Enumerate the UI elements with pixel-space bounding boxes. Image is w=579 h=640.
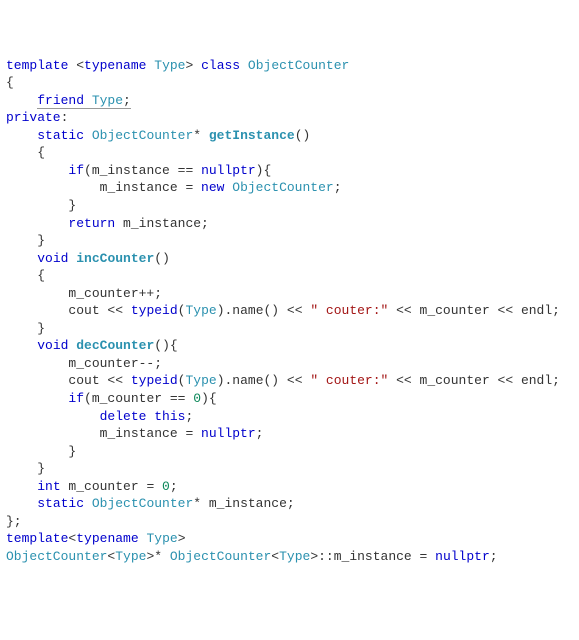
code-line: friend Type;: [6, 92, 573, 110]
code-block: template <typename Type> class ObjectCou…: [6, 57, 573, 566]
code-line: {: [6, 267, 573, 285]
classname: ObjectCounter: [248, 58, 349, 73]
code-line: }: [6, 197, 573, 215]
code-line: private:: [6, 109, 573, 127]
code-line: }: [6, 320, 573, 338]
code-line: static ObjectCounter* getInstance(): [6, 127, 573, 145]
code-line: m_instance = new ObjectCounter;: [6, 179, 573, 197]
code-line: int m_counter = 0;: [6, 478, 573, 496]
friend-decl: friend Type;: [37, 93, 131, 109]
string-literal: " couter:": [310, 303, 388, 318]
code-line: return m_instance;: [6, 215, 573, 233]
code-line: m_counter--;: [6, 355, 573, 373]
func-getInstance: getInstance: [209, 128, 295, 143]
code-line: cout << typeid(Type).name() << " couter:…: [6, 302, 573, 320]
code-line: m_instance = nullptr;: [6, 425, 573, 443]
code-line: ObjectCounter<Type>* ObjectCounter<Type>…: [6, 548, 573, 566]
code-line: cout << typeid(Type).name() << " couter:…: [6, 372, 573, 390]
code-line: if(m_counter == 0){: [6, 390, 573, 408]
type-param: Type: [154, 58, 185, 73]
code-line: {: [6, 144, 573, 162]
code-line: static ObjectCounter* m_instance;: [6, 495, 573, 513]
code-line: }: [6, 443, 573, 461]
func-incCounter: incCounter: [76, 251, 154, 266]
string-literal: " couter:": [310, 373, 388, 388]
kw-typename: typename: [84, 58, 146, 73]
kw-private: private: [6, 110, 61, 125]
code-line: template <typename Type> class ObjectCou…: [6, 57, 573, 75]
code-line: }: [6, 460, 573, 478]
code-line: {: [6, 74, 573, 92]
code-line: delete this;: [6, 408, 573, 426]
code-line: };: [6, 513, 573, 531]
kw-class: class: [201, 58, 240, 73]
code-line: template<typename Type>: [6, 530, 573, 548]
code-line: }: [6, 232, 573, 250]
code-line: void incCounter(): [6, 250, 573, 268]
code-line: void decCounter(){: [6, 337, 573, 355]
code-line: m_counter++;: [6, 285, 573, 303]
kw-template: template: [6, 58, 76, 73]
code-line: if(m_instance == nullptr){: [6, 162, 573, 180]
func-decCounter: decCounter: [76, 338, 154, 353]
